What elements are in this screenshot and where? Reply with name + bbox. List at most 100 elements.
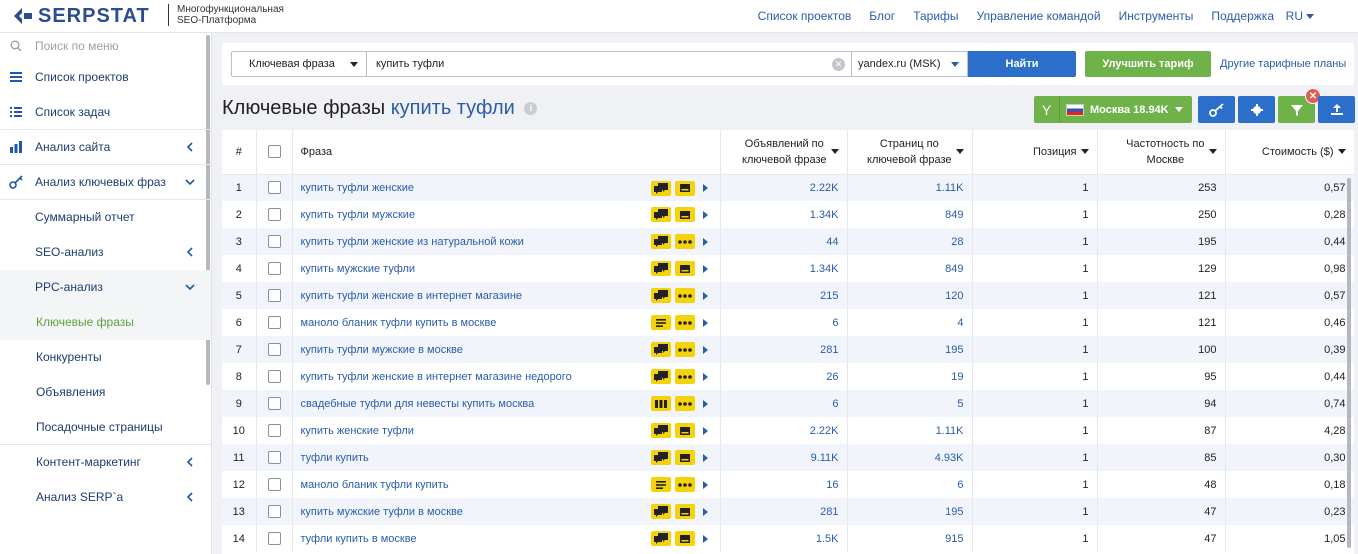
snippet-card-icon[interactable] — [674, 180, 695, 196]
expand-arrow-icon[interactable] — [702, 237, 708, 246]
nav-tools[interactable]: Инструменты — [1119, 9, 1194, 23]
sidebar-item-seo-analysis[interactable]: SEO-анализ — [0, 235, 211, 270]
ads-count[interactable]: 215 — [720, 282, 848, 309]
phrase-link[interactable]: маноло бланик туфли купить — [301, 479, 449, 491]
snippet-card-icon[interactable] — [674, 450, 695, 465]
phrase-link[interactable]: купить туфли женские из натуральной кожи — [301, 236, 524, 248]
find-button[interactable]: Найти — [968, 51, 1076, 77]
expand-arrow-icon[interactable] — [702, 291, 708, 300]
bars-icon[interactable] — [650, 396, 671, 411]
info-icon[interactable]: i — [524, 102, 538, 115]
snippet-card-icon[interactable] — [674, 531, 695, 546]
expand-arrow-icon[interactable] — [702, 453, 708, 462]
pages-count[interactable]: 120 — [847, 282, 973, 309]
pages-count[interactable]: 195 — [847, 498, 973, 525]
expand-arrow-icon[interactable] — [702, 534, 708, 543]
region-selector-button[interactable]: Y Москва 18.94K — [1034, 96, 1192, 123]
sidebar-item-serp-analysis[interactable]: Анализ SERP`a — [0, 480, 211, 515]
pages-count[interactable]: 849 — [847, 255, 973, 282]
ads-count[interactable]: 281 — [720, 336, 848, 363]
expand-arrow-icon[interactable] — [702, 372, 708, 381]
sidebar-item-keyword-analysis[interactable]: Анализ ключевых фраз — [0, 165, 211, 200]
row-checkbox[interactable] — [267, 289, 281, 302]
ads-count[interactable]: 1.34K — [720, 255, 848, 282]
ads-count[interactable]: 281 — [720, 498, 848, 525]
more-dots-icon[interactable] — [674, 369, 695, 384]
settings-button[interactable] — [1238, 96, 1275, 123]
pages-count[interactable]: 5 — [847, 390, 973, 417]
pages-count[interactable]: 6 — [847, 471, 973, 498]
ads-chat-icon[interactable] — [650, 207, 671, 222]
row-checkbox[interactable] — [267, 316, 281, 329]
nav-pricing[interactable]: Тарифы — [913, 9, 958, 23]
pages-count[interactable]: 1.11K — [847, 174, 973, 201]
expand-arrow-icon[interactable] — [702, 264, 708, 273]
other-plans-link[interactable]: Другие тарифные планы — [1220, 58, 1346, 70]
nav-blog[interactable]: Блог — [869, 9, 895, 23]
sidebar-item-keywords[interactable]: Ключевые фразы — [0, 305, 211, 340]
expand-arrow-icon[interactable] — [702, 345, 708, 354]
ads-count[interactable]: 6 — [720, 309, 848, 336]
sidebar-item-competitors[interactable]: Конкуренты — [0, 340, 211, 375]
ads-count[interactable]: 2.22K — [720, 174, 848, 201]
ads-chat-icon[interactable] — [650, 423, 671, 438]
more-dots-icon[interactable] — [674, 342, 695, 357]
pages-count[interactable]: 1.11K — [847, 417, 973, 444]
pages-count[interactable]: 19 — [847, 363, 973, 390]
more-dots-icon[interactable] — [674, 396, 695, 411]
sidebar-search[interactable]: Поиск по меню — [0, 33, 211, 60]
upgrade-plan-button[interactable]: Улучшить тариф — [1085, 51, 1211, 77]
database-select[interactable]: yandex.ru (MSK) — [851, 51, 968, 77]
sort-icon[interactable] — [830, 148, 839, 154]
ads-chat-icon[interactable] — [650, 180, 671, 196]
row-checkbox[interactable] — [267, 478, 281, 491]
more-dots-icon[interactable] — [674, 288, 695, 303]
expand-arrow-icon[interactable] — [702, 399, 708, 408]
clear-icon[interactable]: ✕ — [832, 58, 845, 71]
expand-arrow-icon[interactable] — [702, 318, 708, 327]
sidebar-item-ads[interactable]: Объявления — [0, 375, 211, 410]
nav-team[interactable]: Управление командой — [977, 9, 1101, 23]
phrase-link[interactable]: купить туфли женские — [301, 182, 414, 194]
more-dots-icon[interactable] — [674, 234, 695, 249]
phrase-link[interactable]: купить туфли мужские — [301, 209, 416, 221]
ads-chat-icon[interactable] — [650, 504, 671, 519]
phrase-link[interactable]: свадебные туфли для невесты купить москв… — [301, 398, 535, 410]
ads-chat-icon[interactable] — [650, 342, 671, 357]
phrase-link[interactable]: туфли купить — [301, 452, 369, 464]
pages-count[interactable]: 28 — [847, 228, 973, 255]
ads-chat-icon[interactable] — [650, 288, 671, 303]
api-key-button[interactable] — [1198, 96, 1235, 123]
ads-chat-icon[interactable] — [650, 531, 671, 546]
sidebar-item-projects[interactable]: Список проектов — [0, 60, 211, 95]
phrase-link[interactable]: туфли купить в москве — [301, 533, 417, 545]
select-all-checkbox[interactable] — [267, 145, 281, 159]
sort-icon[interactable] — [955, 148, 964, 154]
row-checkbox[interactable] — [267, 505, 281, 518]
sort-icon[interactable] — [1208, 148, 1217, 154]
sidebar-item-summary-report[interactable]: Суммарный отчет — [0, 200, 211, 235]
search-type-select[interactable]: Ключевая фраза — [231, 51, 367, 77]
pages-count[interactable]: 4.93K — [847, 444, 973, 471]
ads-count[interactable]: 2.22K — [720, 417, 848, 444]
sidebar-item-site-analysis[interactable]: Анализ сайта — [0, 130, 211, 165]
snippet-card-icon[interactable] — [674, 207, 695, 222]
row-checkbox[interactable] — [267, 235, 281, 248]
snippet-card-icon[interactable] — [674, 423, 695, 438]
ads-count[interactable]: 1.5K — [720, 525, 848, 552]
row-checkbox[interactable] — [267, 397, 281, 410]
text-lines-icon[interactable] — [650, 477, 671, 492]
sort-icon[interactable] — [1337, 148, 1346, 154]
expand-arrow-icon[interactable] — [702, 210, 708, 219]
ads-count[interactable]: 6 — [720, 390, 848, 417]
phrase-link[interactable]: купить мужские туфли в москве — [301, 506, 463, 518]
nav-projects[interactable]: Список проектов — [758, 9, 852, 23]
phrase-link[interactable]: купить туфли мужские в москве — [301, 344, 463, 356]
snippet-card-icon[interactable] — [674, 261, 695, 276]
sidebar-item-tasks[interactable]: Список задач — [0, 95, 211, 130]
pages-count[interactable]: 915 — [847, 525, 973, 552]
more-dots-icon[interactable] — [674, 477, 695, 492]
export-button[interactable] — [1318, 96, 1355, 123]
nav-support[interactable]: Поддержка — [1211, 9, 1274, 23]
row-checkbox[interactable] — [267, 181, 281, 195]
